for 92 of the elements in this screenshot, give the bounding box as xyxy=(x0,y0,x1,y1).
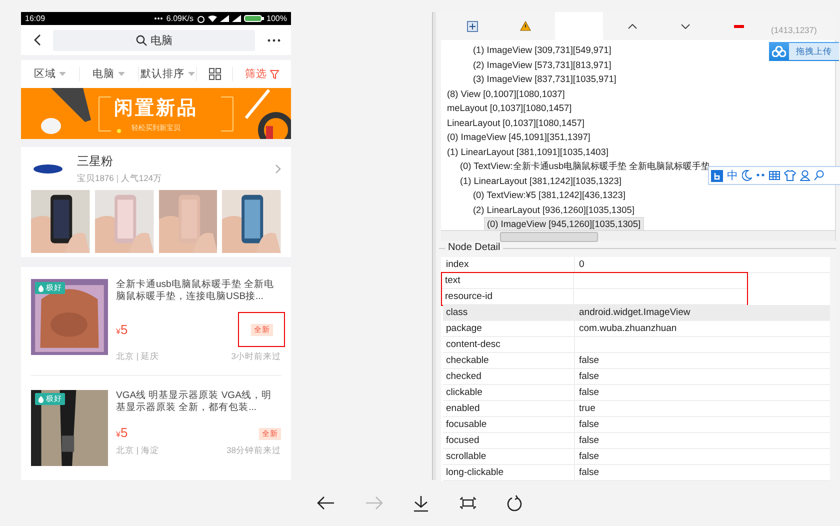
price: ¥5 xyxy=(116,424,128,440)
property-value: com.wuba.zhuanzhuan xyxy=(579,323,677,334)
caret-down-icon[interactable] xyxy=(681,24,690,28)
expand-icon[interactable] xyxy=(467,20,478,32)
warning-icon[interactable] xyxy=(520,21,531,31)
property-value: true xyxy=(579,403,596,414)
cursor-coordinates: (1413,1237) xyxy=(771,25,817,35)
horizontal-scrollbar[interactable] xyxy=(441,230,835,241)
shop-card[interactable]: 三星粉 宝贝1876 人气124万 xyxy=(21,147,291,257)
search-field[interactable]: 电脑 xyxy=(53,30,255,50)
caret-up-icon[interactable] xyxy=(628,24,637,28)
location: 北京 | 延庆 xyxy=(116,351,159,363)
property-value: false xyxy=(579,371,600,382)
funnel-icon xyxy=(270,70,280,78)
filter-dropdown[interactable]: 电脑 xyxy=(80,67,139,81)
property-name: text xyxy=(442,273,574,288)
tree-node[interactable]: (1) LinearLayout [381,1242][1035,1323] xyxy=(458,174,624,188)
price: ¥5 xyxy=(116,322,128,337)
chevron-right-icon xyxy=(275,164,281,174)
property-name: content-desc xyxy=(443,337,575,352)
grid-icon[interactable] xyxy=(208,68,221,80)
back-icon[interactable] xyxy=(33,34,41,46)
shop-stat: 人气124万 xyxy=(120,172,162,184)
alarm-icon xyxy=(196,14,205,22)
caret-icon xyxy=(118,72,125,76)
brand-logo-icon xyxy=(33,164,63,174)
shop-stat: 宝贝1876 xyxy=(77,172,114,184)
property-name: enabled xyxy=(443,401,575,416)
tree-node[interactable]: (2) LinearLayout [936,1260][1035,1305] xyxy=(471,202,636,217)
logo-icon xyxy=(711,170,723,182)
tree-node[interactable]: (0) ImageView [945,1260][1035,1305] xyxy=(484,217,644,230)
property-value: 0 xyxy=(579,259,584,270)
tree-node[interactable]: meLayout [0,1037][1080,1457] xyxy=(445,101,574,116)
property-value: false xyxy=(579,419,600,430)
banner-title: 闲置新品 xyxy=(114,96,198,120)
tree-node[interactable]: (8) View [0,1007][1080,1037] xyxy=(445,86,567,101)
wifi-icon xyxy=(208,15,217,22)
property-name: class xyxy=(443,305,575,320)
battery-icon xyxy=(244,15,264,22)
shop-name: 三星粉 xyxy=(77,152,114,170)
tree-node[interactable]: (2) ImageView [573,731][813,971] xyxy=(471,58,614,72)
property-value: false xyxy=(579,355,600,366)
property-name: package xyxy=(443,321,575,336)
property-value: android.widget.ImageView xyxy=(579,307,690,318)
refresh-icon[interactable] xyxy=(507,494,523,512)
filter-dropdown[interactable]: 区域 xyxy=(21,67,80,81)
screenshot-icon[interactable] xyxy=(459,496,477,510)
location: 北京 | 海淀 xyxy=(116,445,159,457)
tree-node[interactable]: (1) LinearLayout [381,1091][1035,1403] xyxy=(445,144,610,159)
property-name: focused xyxy=(443,433,575,448)
minus-icon[interactable] xyxy=(734,24,744,28)
cloud-icon xyxy=(772,46,786,57)
property-name: checked xyxy=(443,369,575,384)
input-mode[interactable]: 中 xyxy=(727,168,738,183)
filter-dropdown[interactable]: 默认排序 xyxy=(138,67,198,81)
tree-node[interactable]: (1) ImageView [309,731][549,971] xyxy=(471,43,614,58)
search-icon xyxy=(136,34,146,46)
back-arrow-icon[interactable] xyxy=(317,496,335,510)
property-name: checkable xyxy=(443,353,575,368)
property-name: focusable xyxy=(443,417,575,432)
tree-node[interactable]: (0) TextView:¥5 [381,1242][436,1323] xyxy=(471,188,628,202)
caret-icon xyxy=(58,72,66,76)
last-seen: 38分钟前来过 xyxy=(226,445,281,457)
battery-level: 100% xyxy=(266,14,287,23)
property-value: false xyxy=(579,451,600,462)
property-value: false xyxy=(579,435,600,446)
upload-button[interactable]: 拖拽上传 xyxy=(769,42,839,61)
shirt-icon[interactable] xyxy=(784,170,796,181)
tree-node[interactable]: LinearLayout [0,1037][1080,1457] xyxy=(445,116,586,130)
clock: 16:09 xyxy=(25,14,46,23)
tree-node[interactable]: (3) ImageView [837,731][1035,971] xyxy=(471,72,618,86)
property-name: resource-id xyxy=(442,289,574,304)
property-name: long-clickable xyxy=(443,465,575,480)
more-icon[interactable] xyxy=(267,38,281,42)
user-icon[interactable] xyxy=(800,170,810,181)
caret-icon xyxy=(188,72,195,76)
moon-icon[interactable] xyxy=(742,170,752,181)
dots-icon xyxy=(154,17,164,20)
tree-node[interactable]: (0) ImageView [45,1091][351,1397] xyxy=(445,130,592,144)
download-icon[interactable] xyxy=(413,494,429,512)
property-name: index xyxy=(443,257,575,272)
last-seen: 3小时前来过 xyxy=(231,351,281,363)
property-value: false xyxy=(579,387,600,398)
product-title: VGA线 明基显示器原装 VGA线，明基显示器原装 全新，都有包装... xyxy=(116,390,272,414)
search-icon[interactable] xyxy=(814,170,824,181)
product-title: 全新卡通usb电脑鼠标暖手垫 全新电脑鼠标暖手垫，连接电脑USB接... xyxy=(116,279,275,303)
property-name: clickable xyxy=(443,385,575,400)
property-name: scrollable xyxy=(443,449,575,464)
punctuation-icon[interactable] xyxy=(756,172,765,180)
property-value: false xyxy=(579,467,600,478)
keyboard-icon[interactable] xyxy=(769,171,780,180)
network-speed: 6.09K/s xyxy=(166,14,194,23)
